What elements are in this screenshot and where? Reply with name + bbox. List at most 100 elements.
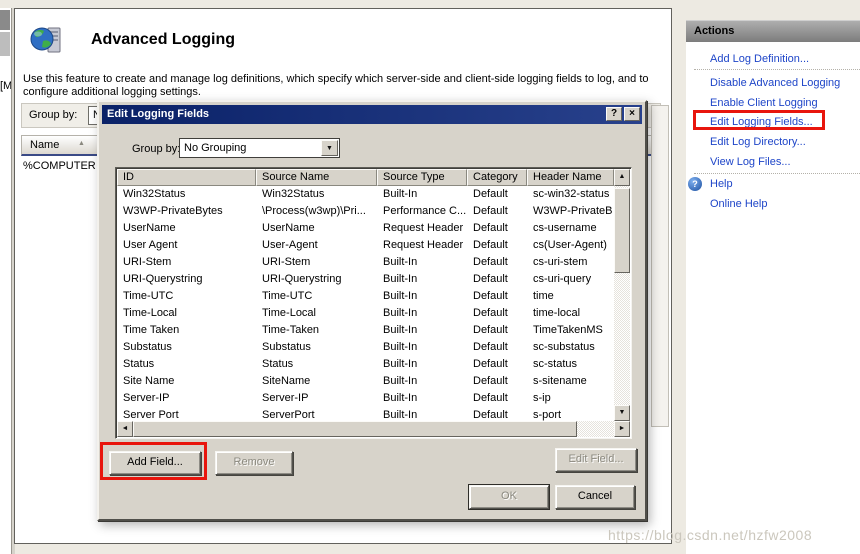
dropdown-arrow-button[interactable]: ▼ [321,140,338,156]
table-cell: Default [473,256,508,268]
logging-fields-table: ID Source Name Source Type Category Header N… [115,167,632,439]
dialog-close-button[interactable]: × [624,107,640,121]
table-cell: Time-UTC [262,290,313,302]
table-cell: Built-In [383,307,418,319]
table-cell: URI-Stem [123,256,172,268]
scroll-up-button[interactable]: ▲ [614,169,630,186]
table-row[interactable]: UserName UserName Request Header Default cs-… [117,220,614,237]
cancel-button[interactable]: Cancel [555,485,635,509]
table-cell: Status [262,358,294,370]
scroll-right-button[interactable]: ► [614,421,630,437]
table-cell: cs-uri-stem [533,256,588,268]
watermark: https://blog.csdn.net/hzfw2008 [608,527,813,543]
page-title: Advanced Logging [91,31,235,48]
scroll-left-button[interactable]: ◄ [117,421,133,437]
column-header[interactable]: Header Name [527,169,614,186]
table-cell: Server-IP [123,392,170,404]
action-disable-advanced-logging[interactable]: Disable Advanced Logging [710,77,840,89]
actions-pane: Actions Add Log Definition... Disable Ad… [686,20,860,554]
table-cell: Win32Status [262,188,325,200]
table-cell: \Process(w3wp)\Pri... [262,205,366,217]
remove-button[interactable]: Remove [215,451,293,475]
table-row[interactable]: W3WP-PrivateBytes \Process(w3wp)\Pri... Pe… [117,203,614,220]
table-cell: Default [473,205,508,217]
background-list-row[interactable]: %COMPUTER [23,160,96,172]
background-list-scrollbar[interactable] [651,105,669,427]
table-cell: Default [473,392,508,404]
table-cell: Default [473,341,508,353]
action-edit-logging-fields[interactable]: Edit Logging Fields... [710,116,813,128]
table-cell: Default [473,375,508,387]
column-header[interactable]: Source Type [377,169,467,186]
scroll-down-icon: ▼ [618,409,626,416]
action-online-help[interactable]: Online Help [710,198,767,210]
action-help[interactable]: Help [710,178,733,190]
column-header[interactable]: Category [467,169,527,186]
action-view-log-files[interactable]: View Log Files... [710,156,791,168]
edit-field-button[interactable]: Edit Field... [555,448,637,472]
table-cell: Built-In [383,188,418,200]
table-cell: Default [473,358,508,370]
action-enable-client-logging[interactable]: Enable Client Logging [710,97,818,109]
scroll-down-button[interactable]: ▼ [614,405,630,421]
table-cell: Default [473,324,508,336]
table-cell: Built-In [383,392,418,404]
action-edit-log-directory[interactable]: Edit Log Directory... [710,136,806,148]
table-row[interactable]: Status Status Built-In Default sc-status [117,356,614,373]
ok-button[interactable]: OK [469,485,549,509]
table-cell: W3WP-PrivateB [533,205,613,217]
table-row[interactable]: Site Name SiteName Built-In Default s-sitena… [117,373,614,390]
table-row[interactable]: User Agent User-Agent Request Header Defaul… [117,237,614,254]
table-row[interactable]: Server-IP Server-IP Built-In Default s-ip [117,390,614,407]
table-row[interactable]: Time Taken Time-Taken Built-In Default TimeT… [117,322,614,339]
table-cell: Time-Taken [262,324,320,336]
groupby-dropdown[interactable]: No Grouping ▼ [179,138,340,158]
table-cell: time [533,290,554,302]
horizontal-scroll-thumb[interactable] [133,421,577,437]
vertical-scrollbar[interactable]: ▼ [614,186,630,421]
action-add-log-definition[interactable]: Add Log Definition... [710,53,809,65]
tree-panel-fragment [0,10,10,30]
table-cell: Request Header [383,239,464,251]
table-row[interactable]: URI-Querystring URI-Querystring Built-In De… [117,271,614,288]
screen: [M Advanced Logging Use this feature to … [0,0,860,554]
table-row[interactable]: Win32Status Win32Status Built-In Default sc-… [117,186,614,203]
dialog-titlebar[interactable]: Edit Logging Fields ? × [102,105,642,124]
table-row[interactable]: Server Port ServerPort Built-In Default s-po… [117,407,614,421]
column-header[interactable]: ID [117,169,256,186]
dialog-title: Edit Logging Fields [107,108,210,120]
table-cell: URI-Querystring [262,273,342,285]
add-field-button[interactable]: Add Field... [109,451,201,475]
table-cell: Time-Local [262,307,316,319]
actions-separator [694,69,860,70]
column-header[interactable]: Source Name [256,169,377,186]
dialog-help-button[interactable]: ? [606,107,622,121]
table-cell: Default [473,188,508,200]
table-row[interactable]: Time-UTC Time-UTC Built-In Default time [117,288,614,305]
chevron-down-icon: ▼ [326,145,333,152]
table-cell: Time-Local [123,307,177,319]
table-cell: cs-username [533,222,597,234]
table-cell: URI-Querystring [123,273,203,285]
table-cell: Default [473,409,508,421]
table-cell: cs(User-Agent) [533,239,607,251]
actions-pane-header: Actions [686,20,860,42]
table-cell: Default [473,239,508,251]
horizontal-scrollbar[interactable]: ◄ ► [117,421,630,437]
table-row[interactable]: Time-Local Time-Local Built-In Default time-… [117,305,614,322]
table-cell: User Agent [123,239,178,251]
table-cell: UserName [262,222,315,234]
edit-logging-fields-dialog: Edit Logging Fields ? × Group by: No Gro… [97,100,647,521]
table-cell: Time Taken [123,324,180,336]
table-row[interactable]: URI-Stem URI-Stem Built-In Default cs-uri-st… [117,254,614,271]
groupby-selected-value: No Grouping [184,142,247,154]
table-row[interactable]: Substatus Substatus Built-In Default sc-subs… [117,339,614,356]
table-cell: Request Header [383,222,464,234]
table-cell: Site Name [123,375,175,387]
table-cell: Default [473,307,508,319]
vertical-scroll-thumb[interactable] [614,188,630,273]
groupby-label: Group by: [132,143,181,155]
help-icon: ? [688,177,702,191]
table-cell: Substatus [123,341,172,353]
background-name-column: Name [30,139,60,151]
